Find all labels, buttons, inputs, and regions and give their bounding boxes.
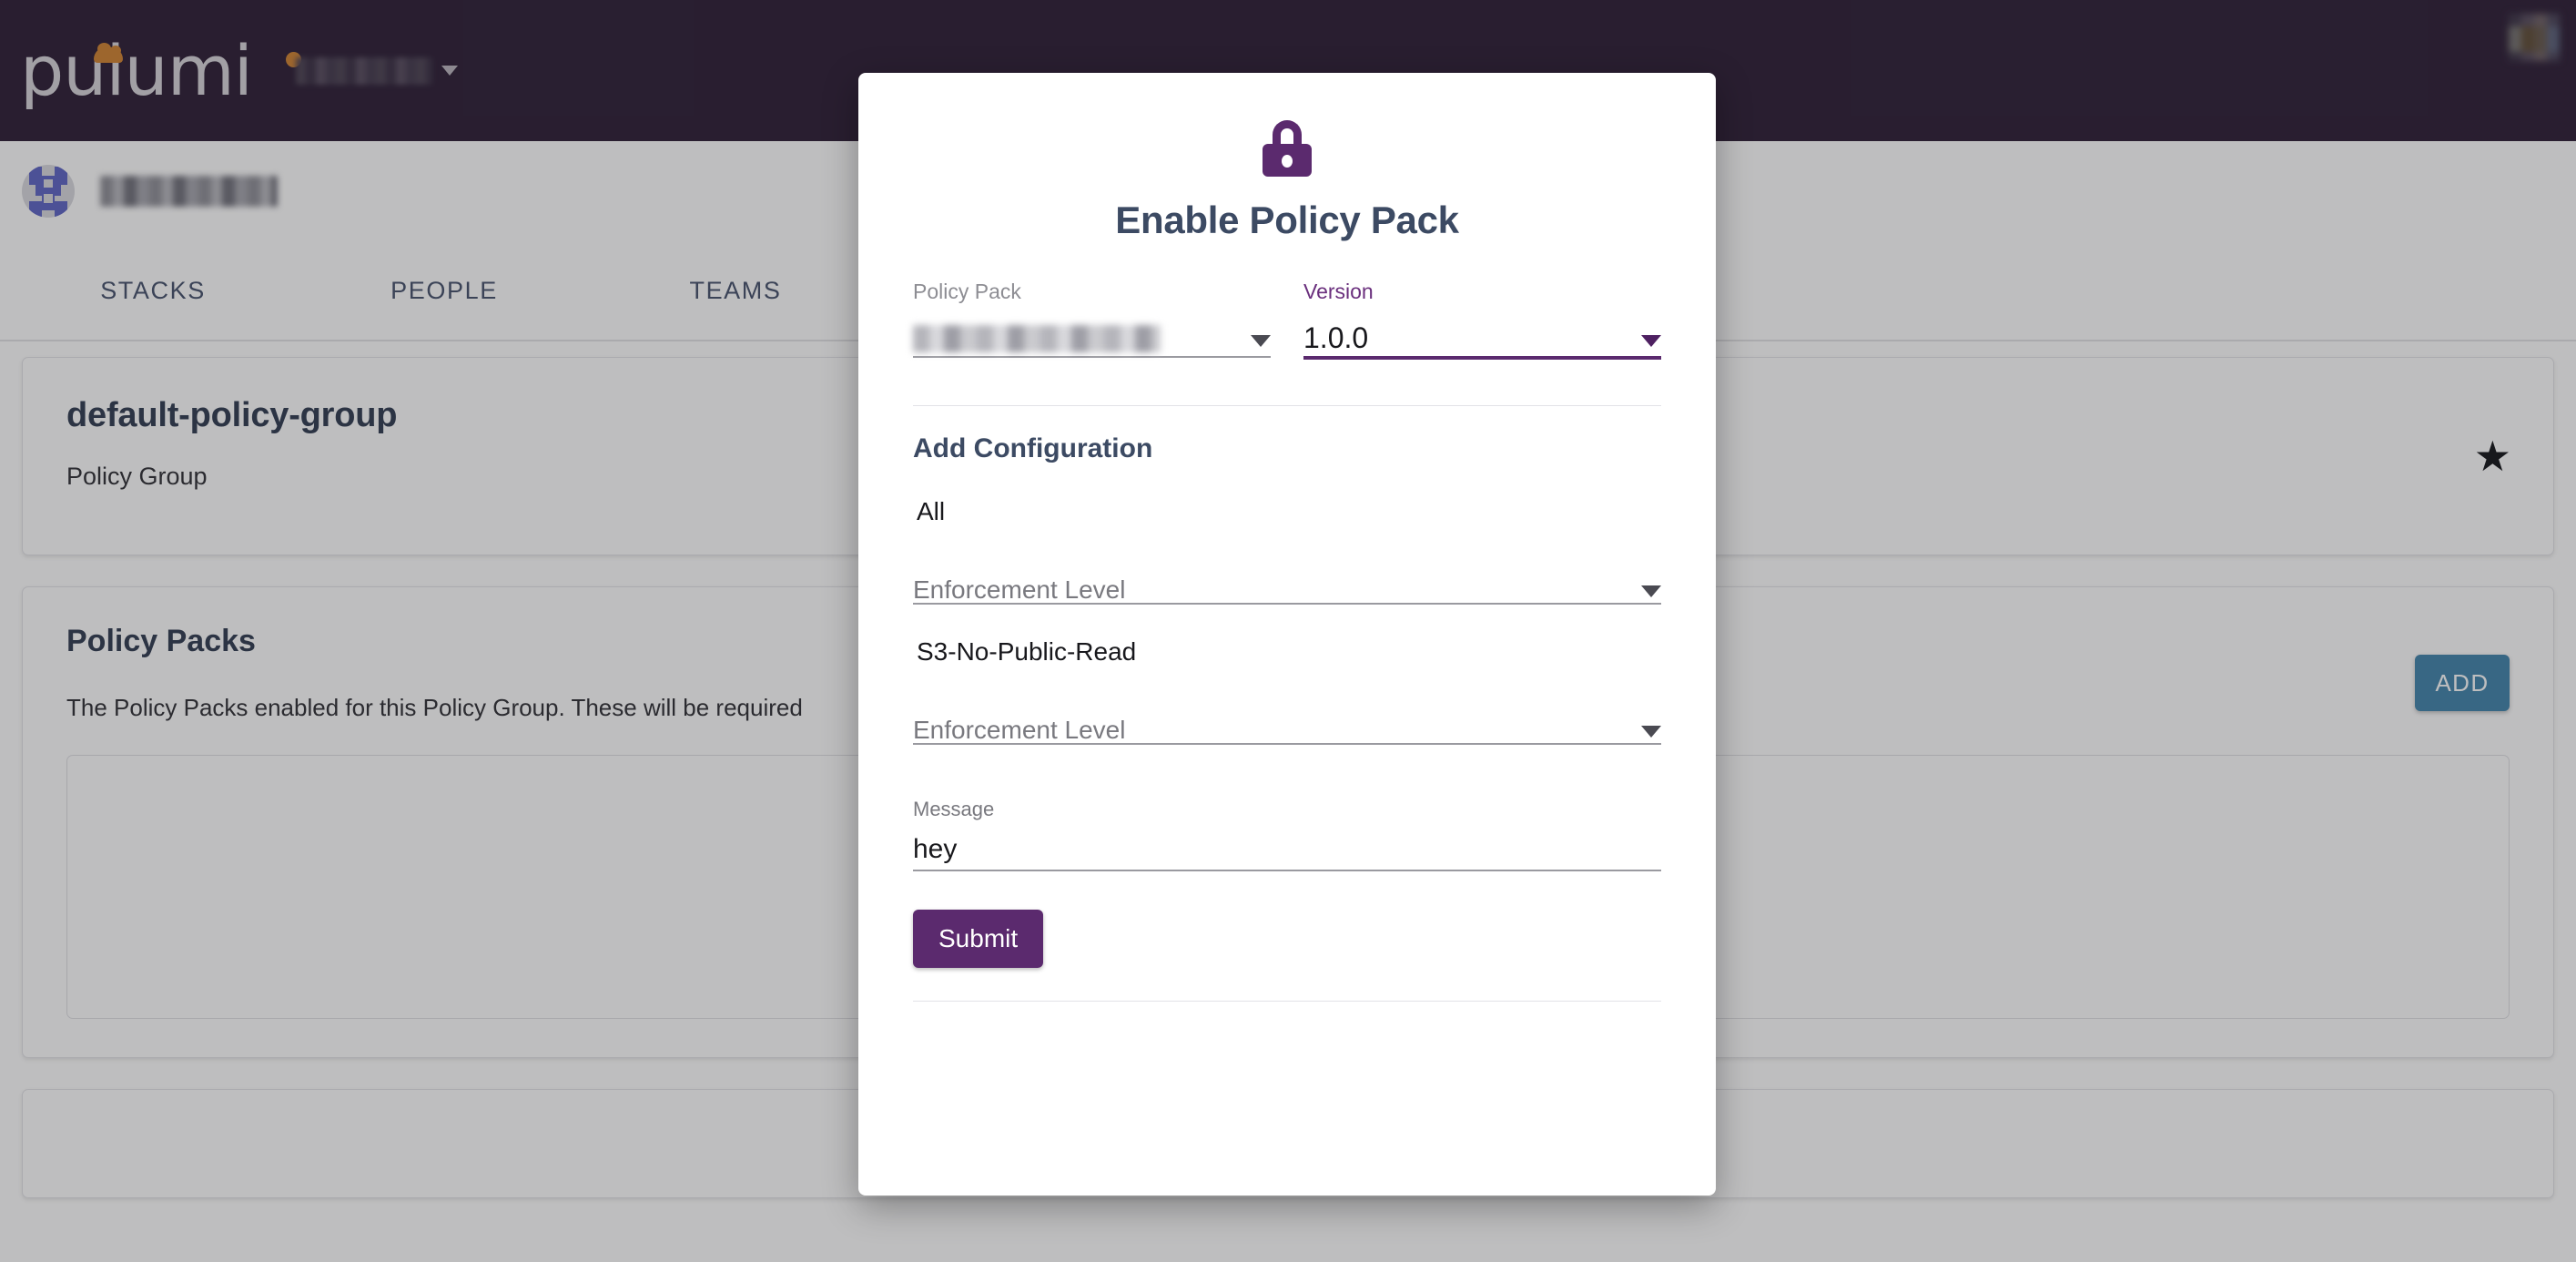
- enable-policy-pack-dialog: Enable Policy Pack Policy Pack Version 1…: [858, 73, 1716, 1196]
- config-row: S3-No-Public-Read Enforcement Level: [913, 637, 1661, 746]
- policy-pack-value: [913, 325, 1161, 353]
- enforcement-level-placeholder: Enforcement Level: [913, 716, 1126, 745]
- version-value: 1.0.0: [1303, 321, 1369, 355]
- enforcement-level-select[interactable]: Enforcement Level: [913, 707, 1661, 743]
- config-name: S3-No-Public-Read: [917, 637, 1137, 667]
- dialog-footer-rule: [913, 1001, 1661, 1002]
- enforcement-level-placeholder: Enforcement Level: [913, 575, 1126, 605]
- version-label: Version: [1303, 280, 1374, 303]
- version-underline: [1303, 356, 1661, 361]
- submit-button[interactable]: Submit: [913, 910, 1044, 969]
- chevron-down-icon[interactable]: [1641, 726, 1661, 738]
- enforcement-level-select[interactable]: Enforcement Level: [913, 566, 1661, 603]
- policy-pack-label: Policy Pack: [913, 280, 1021, 303]
- message-field[interactable]: Message hey: [913, 798, 1661, 872]
- chevron-down-icon[interactable]: [1641, 335, 1661, 348]
- message-input[interactable]: hey: [913, 834, 1661, 870]
- config-row: All Enforcement Level: [913, 497, 1661, 606]
- policy-pack-field[interactable]: Policy Pack: [913, 280, 1271, 360]
- lock-icon: [1261, 120, 1313, 177]
- config-name: All: [917, 497, 946, 526]
- dialog-divider: [913, 405, 1661, 407]
- dialog-top-fields: Policy Pack Version 1.0.0: [913, 280, 1661, 361]
- message-label: Message: [913, 798, 995, 821]
- message-underline: [913, 870, 1661, 872]
- chevron-down-icon[interactable]: [1641, 585, 1661, 598]
- dialog-title: Enable Policy Pack: [1115, 198, 1459, 241]
- add-configuration-heading: Add Configuration: [913, 433, 1153, 464]
- version-field[interactable]: Version 1.0.0: [1303, 280, 1661, 361]
- policy-pack-underline: [913, 356, 1271, 359]
- chevron-down-icon[interactable]: [1251, 335, 1271, 348]
